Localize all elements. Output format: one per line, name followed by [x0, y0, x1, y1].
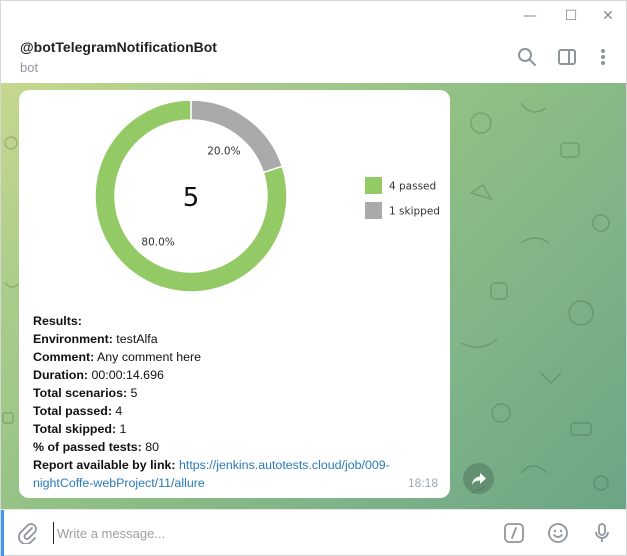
- close-button[interactable]: ✕: [591, 5, 625, 27]
- message-input[interactable]: [53, 522, 433, 544]
- microphone-icon[interactable]: [589, 520, 615, 546]
- legend-swatch-0: [365, 177, 382, 194]
- message-text: Results: Environment: testAlfa Comment: …: [33, 312, 438, 492]
- report-link[interactable]: https://jenkins.autotests.cloud/job/009-: [179, 458, 390, 472]
- pie-slice-skipped: [190, 99, 284, 174]
- message-time: 18:18: [407, 476, 438, 490]
- duration-line: Duration: 00:00:14.696: [33, 368, 164, 382]
- total-passed-line: Total passed: 4: [33, 404, 123, 418]
- title-bar: — ☐ ✕: [1, 1, 626, 31]
- total-scenarios-line: Total scenarios: 5: [33, 386, 138, 400]
- maximize-button[interactable]: ☐: [554, 5, 588, 27]
- search-icon[interactable]: [514, 44, 540, 70]
- bot-command-icon[interactable]: [501, 520, 527, 546]
- pie-label-skipped: 20.0%: [207, 146, 240, 158]
- attach-icon[interactable]: [15, 520, 41, 546]
- minimize-button[interactable]: —: [513, 5, 547, 27]
- pie-center-total: 5: [183, 183, 200, 213]
- total-skipped-line: Total skipped: 1: [33, 422, 127, 436]
- legend-swatch-1: [365, 202, 382, 219]
- message-composer: [1, 509, 626, 556]
- telegram-window: — ☐ ✕ @botTelegramNotificationBot bot 20…: [0, 0, 627, 556]
- more-vertical-icon[interactable]: [590, 44, 616, 70]
- test-results-pie-chart: 20.0% 80.0% 5 4 passed 1 skipped: [94, 99, 440, 293]
- chat-title[interactable]: @botTelegramNotificationBot: [20, 39, 217, 55]
- chat-header[interactable]: @botTelegramNotificationBot bot: [1, 31, 626, 83]
- chat-history[interactable]: 20.0% 80.0% 5 4 passed 1 skipped Results: En…: [1, 83, 626, 509]
- message-bubble[interactable]: 20.0% 80.0% 5 4 passed 1 skipped Results: En…: [19, 90, 450, 498]
- chat-subtitle: bot: [20, 60, 39, 75]
- comment-line: Comment: Any comment here: [33, 350, 202, 364]
- emoji-icon[interactable]: [545, 520, 571, 546]
- forward-message-button[interactable]: [463, 463, 494, 494]
- report-link-continued[interactable]: nightCoffe-webProject/11/allure: [33, 476, 205, 490]
- passed-percent-line: % of passed tests: 80: [33, 440, 160, 454]
- legend-label-0: 4 passed: [389, 181, 436, 193]
- sidebar-panel-icon[interactable]: [554, 44, 580, 70]
- composer-accent-bar: [1, 510, 4, 556]
- environment-line: Environment: testAlfa: [33, 332, 158, 346]
- forward-arrow-icon: [471, 472, 486, 485]
- report-line: Report available by link: https://jenkin…: [33, 458, 390, 472]
- results-heading: Results:: [33, 314, 82, 328]
- legend-label-1: 1 skipped: [389, 206, 440, 218]
- pie-label-passed: 80.0%: [141, 236, 174, 248]
